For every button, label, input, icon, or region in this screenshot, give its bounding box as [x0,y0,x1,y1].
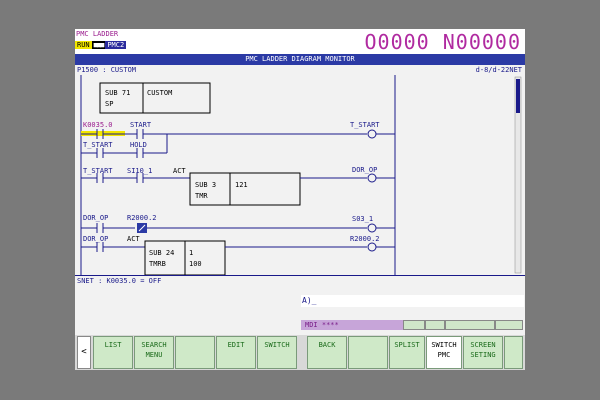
softkey-edit[interactable]: EDIT [216,336,256,369]
block1-num: SUB 71 [105,89,130,97]
softkey-left-arrow[interactable]: < [77,336,91,369]
command-input[interactable]: A)_ [301,295,524,307]
contact-hold-label: HOLD [130,141,147,149]
header-bar: PMC LADDER RUN ■■■ PMC2 O0000 N00000 [75,29,525,54]
act1-label: ACT [173,167,186,175]
mode-label: PMC LADDER [76,30,119,38]
rung-door-op[interactable]: T_START SI10_1 ACT SUB 3 TMR 121 DOR_OP [81,166,395,206]
coil-dorop-label: DOR_OP [352,166,377,174]
softkey-right[interactable] [504,336,523,369]
status-slot-3 [445,320,495,330]
softkey-bar: < LIST SEARCH MENU EDIT SWITCH BACK SPLI… [75,335,525,370]
softkey-empty-2[interactable] [348,336,388,369]
status-slot-1 [403,320,425,330]
coil-s03-label: S03_1 [352,215,373,223]
block3-val1: 1 [189,249,193,257]
block2-sub: TMR [195,192,208,200]
contact-r2000-label: R2000.2 [127,214,157,222]
contact-tstart2-label: T_START [83,167,113,175]
rung-start[interactable]: K0035.0 START T_START T_START HOLD [81,121,395,158]
block1-sub: SP [105,100,113,108]
block2-val: 121 [235,181,248,189]
mdi-status: MDI **** [301,320,403,330]
coil-r2000-label: R2000.2 [350,235,380,243]
contact-start-label: START [130,121,152,129]
softkey-empty-1[interactable] [175,336,215,369]
cnc-screen: PMC LADDER RUN ■■■ PMC2 O0000 N00000 PMC… [75,29,525,370]
contact-k0035-label: K0035.0 [83,121,113,129]
status-slot-2 [425,320,445,330]
softkey-back[interactable]: BACK [307,336,347,369]
program-info: P1500 : CUSTOM [77,66,137,74]
net-status-line: SNET : K0035.0 = OFF [77,277,162,285]
run-badge: RUN [75,41,92,49]
sub-block-custom[interactable]: SUB 71 SP CUSTOM [99,82,211,114]
screen-title: PMC LADDER DIAGRAM MONITOR [75,54,525,65]
softkey-search-menu[interactable]: SEARCH MENU [134,336,174,369]
softkey-splist[interactable]: SPLIST [389,336,425,369]
softkey-switch-pmc[interactable]: SWITCH PMC [426,336,462,369]
block3-num: SUB 24 [149,249,174,257]
block3-sub: TMRB [149,260,166,268]
pmc-badge: PMC2 [105,41,127,49]
status-slot-4 [495,320,523,330]
softkey-screen-seting[interactable]: SCREEN SETING [463,336,503,369]
net-range: d-8/d-22NET [475,66,522,74]
block2-num: SUB 3 [195,181,216,189]
rung-s03[interactable]: DOR_OP R2000.2 S03_1 [81,214,395,233]
contact-si10-label: SI10_1 [127,167,152,175]
block1-name: CUSTOM [147,89,172,97]
block3-val2: 100 [189,260,202,268]
status-row: RUN ■■■ PMC2 [75,41,127,49]
info-bar: P1500 : CUSTOM d-8/d-22NET [75,65,525,75]
coil-tstart-label: T_START [350,121,380,129]
ladder-diagram[interactable]: SUB 71 SP CUSTOM K0035.0 START T_START T… [75,75,525,276]
softkey-switch[interactable]: SWITCH [257,336,297,369]
softkey-list[interactable]: LIST [93,336,133,369]
contact-dorop-label: DOR_OP [83,214,108,222]
stat-badge: ■■■ [91,41,106,49]
contact-dorop2-label: DOR_OP [83,235,108,243]
rung-tmrb[interactable]: DOR_OP ACT SUB 24 TMRB 1 100 R2000.2 [81,235,395,276]
contact-tstart-label: T_START [83,141,113,149]
act2-label: ACT [127,235,140,243]
program-number: O0000 N00000 [364,30,521,54]
status-bar: MDI **** [301,320,523,330]
